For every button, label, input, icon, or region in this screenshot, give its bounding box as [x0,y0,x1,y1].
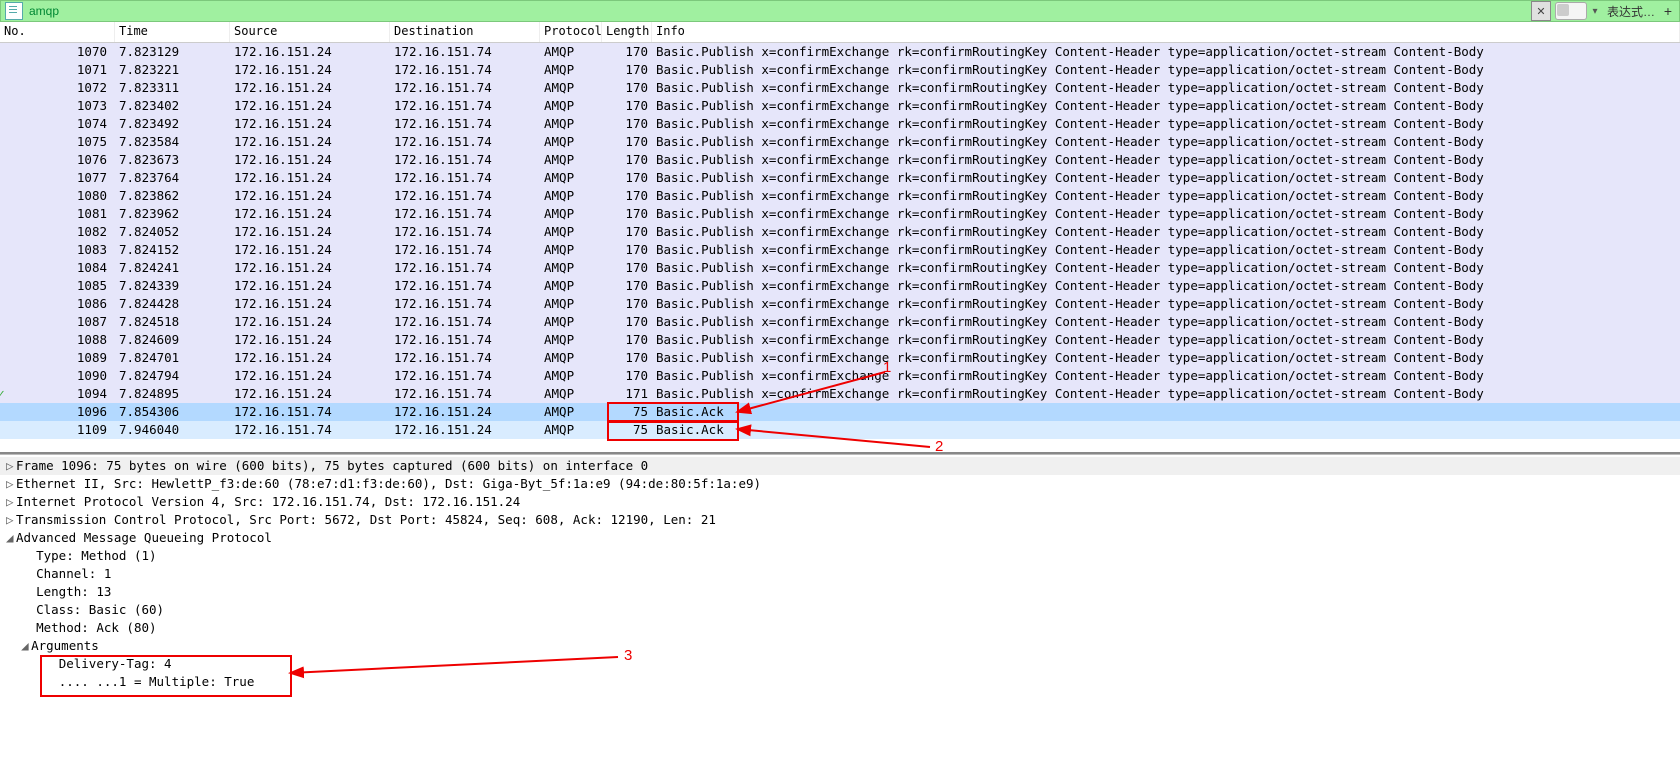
packet-row[interactable]: 10877.824518172.16.151.24172.16.151.74AM… [0,313,1680,331]
display-filter-bar: ✕ ▾ 表达式… + [0,0,1680,22]
packet-row[interactable]: 10757.823584172.16.151.24172.16.151.74AM… [0,133,1680,151]
col-info[interactable]: Info [652,22,1680,42]
packet-list-scroll[interactable]: No. Time Source Destination Protocol Len… [0,22,1680,452]
filter-clear-button[interactable]: ✕ [1531,1,1551,21]
packet-row[interactable]: 10807.823862172.16.151.24172.16.151.74AM… [0,187,1680,205]
packet-row[interactable]: 10747.823492172.16.151.24172.16.151.74AM… [0,115,1680,133]
packet-row[interactable]: 10777.823764172.16.151.24172.16.151.74AM… [0,169,1680,187]
packet-row[interactable]: 10767.823673172.16.151.24172.16.151.74AM… [0,151,1680,169]
tree-method[interactable]: Method: Ack (80) [0,619,1680,637]
col-protocol[interactable]: Protocol [540,22,602,42]
filter-expression-link[interactable]: 表达式… [1607,3,1655,20]
packet-row[interactable]: 10897.824701172.16.151.24172.16.151.74AM… [0,349,1680,367]
filter-bookmark-icon[interactable] [5,2,23,20]
packet-row[interactable]: 10827.824052172.16.151.24172.16.151.74AM… [0,223,1680,241]
packet-row[interactable]: 10947.824895172.16.151.24172.16.151.74AM… [0,385,1680,403]
packet-list-header[interactable]: No. Time Source Destination Protocol Len… [0,22,1680,43]
packet-list-pane: No. Time Source Destination Protocol Len… [0,22,1680,454]
filter-add-button[interactable]: + [1661,3,1679,19]
tree-length[interactable]: Length: 13 [0,583,1680,601]
tree-channel[interactable]: Channel: 1 [0,565,1680,583]
packet-row[interactable]: 10727.823311172.16.151.24172.16.151.74AM… [0,79,1680,97]
packet-row[interactable]: 10887.824609172.16.151.24172.16.151.74AM… [0,331,1680,349]
filter-dropdown-icon[interactable]: ▾ [1589,6,1601,17]
tree-amqp[interactable]: ◢Advanced Message Queueing Protocol [0,529,1680,547]
col-no[interactable]: No. [0,22,115,42]
packet-row[interactable]: 10817.823962172.16.151.24172.16.151.74AM… [0,205,1680,223]
col-source[interactable]: Source [230,22,390,42]
tree-multiple[interactable]: .... ...1 = Multiple: True [0,673,1680,691]
packet-row[interactable]: 10837.824152172.16.151.24172.16.151.74AM… [0,241,1680,259]
packet-row[interactable]: 11097.946040172.16.151.74172.16.151.24AM… [0,421,1680,439]
packet-row[interactable]: 10907.824794172.16.151.24172.16.151.74AM… [0,367,1680,385]
tree-ethernet[interactable]: ▷Ethernet II, Src: HewlettP_f3:de:60 (78… [0,475,1680,493]
tree-class[interactable]: Class: Basic (60) [0,601,1680,619]
col-time[interactable]: Time [115,22,230,42]
tree-arguments[interactable]: ◢Arguments [0,637,1680,655]
tree-delivery-tag[interactable]: Delivery-Tag: 4 [0,655,1680,673]
packet-row[interactable]: 10847.824241172.16.151.24172.16.151.74AM… [0,259,1680,277]
col-length[interactable]: Length [602,22,652,42]
filter-toggle[interactable] [1555,2,1587,20]
packet-row[interactable]: 10737.823402172.16.151.24172.16.151.74AM… [0,97,1680,115]
tree-ip[interactable]: ▷Internet Protocol Version 4, Src: 172.1… [0,493,1680,511]
packet-row[interactable]: 10707.823129172.16.151.24172.16.151.74AM… [0,43,1680,61]
tree-type[interactable]: Type: Method (1) [0,547,1680,565]
tree-frame[interactable]: ▷Frame 1096: 75 bytes on wire (600 bits)… [0,457,1680,475]
display-filter-input[interactable] [27,4,1529,18]
packet-details-pane[interactable]: ▷Frame 1096: 75 bytes on wire (600 bits)… [0,454,1680,745]
packet-row[interactable]: 10867.824428172.16.151.24172.16.151.74AM… [0,295,1680,313]
packet-row[interactable]: 10967.854306172.16.151.74172.16.151.24AM… [0,403,1680,421]
tree-tcp[interactable]: ▷Transmission Control Protocol, Src Port… [0,511,1680,529]
packet-row[interactable]: 10717.823221172.16.151.24172.16.151.74AM… [0,61,1680,79]
packet-row[interactable]: 10857.824339172.16.151.24172.16.151.74AM… [0,277,1680,295]
col-destination[interactable]: Destination [390,22,540,42]
